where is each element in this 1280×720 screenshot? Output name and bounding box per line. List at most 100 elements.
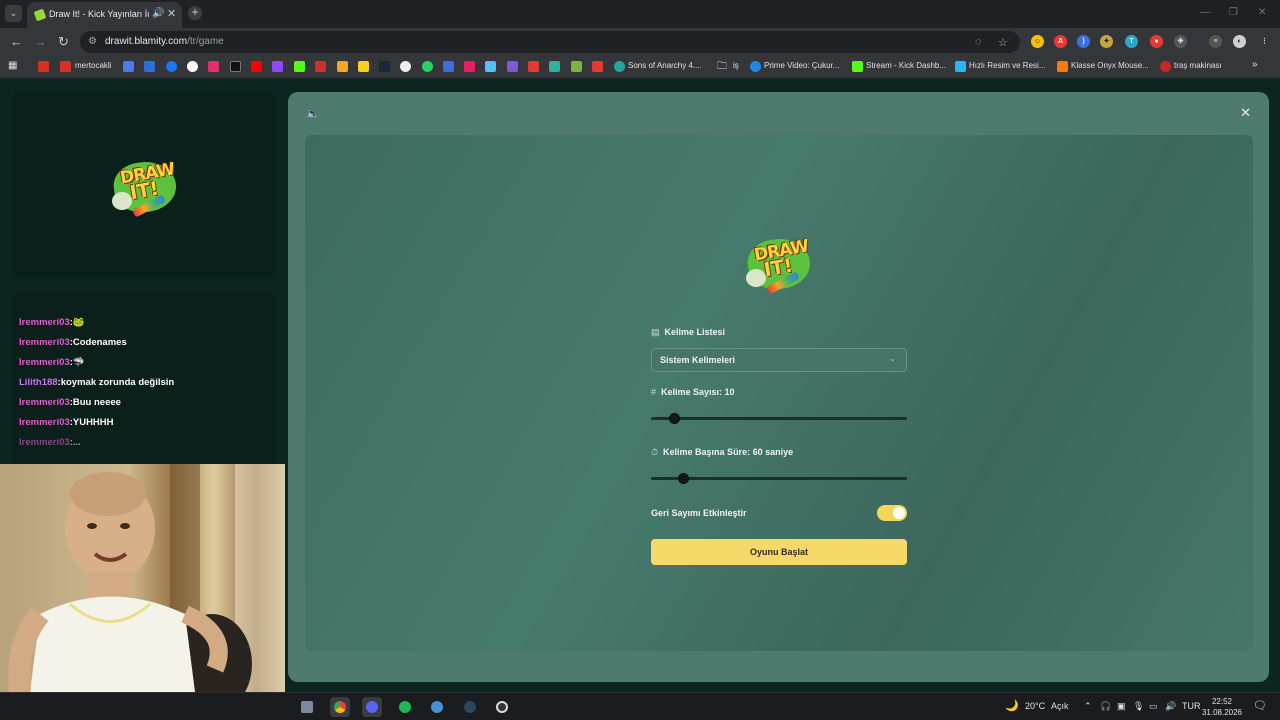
- facebook-icon[interactable]: [166, 61, 177, 72]
- extension-translate-icon[interactable]: T: [1125, 35, 1138, 48]
- device-icon[interactable]: ▣: [1117, 701, 1126, 712]
- countdown-toggle-knob: [893, 507, 905, 519]
- new-tab-button[interactable]: +: [188, 6, 202, 20]
- bookmark-icon-red[interactable]: [315, 61, 326, 72]
- kick-icon[interactable]: [294, 61, 305, 72]
- bookmark-sons-of-anarchy[interactable]: Sons of Anarchy 4....: [628, 61, 702, 70]
- language-indicator[interactable]: TUR: [1182, 701, 1201, 711]
- spotify-app[interactable]: [395, 697, 415, 717]
- settings-panel: DRAW IT! ▤ Kelime Listesi Sistem Kelimele…: [305, 135, 1253, 651]
- time-per-word-slider-thumb[interactable]: [678, 473, 689, 484]
- window-close-icon[interactable]: ✕: [1258, 7, 1266, 18]
- profile-avatar[interactable]: ◐: [1233, 35, 1246, 48]
- bookmark-icon-1[interactable]: [123, 61, 134, 72]
- bookmark-icon-v[interactable]: [358, 61, 369, 72]
- obs-app[interactable]: [492, 697, 512, 717]
- extensions-puzzle-icon[interactable]: ✚: [1174, 35, 1187, 48]
- weather-temp[interactable]: 20°C: [1025, 701, 1045, 711]
- discord-app[interactable]: [362, 697, 382, 717]
- instagram-icon[interactable]: [208, 61, 219, 72]
- bookmark-icon-red3[interactable]: [592, 61, 603, 72]
- forward-icon[interactable]: →: [34, 34, 47, 49]
- tab-close-icon[interactable]: ✕: [167, 7, 176, 20]
- clock-time: 22:52: [1211, 697, 1233, 706]
- bookmark-hizli-resim[interactable]: Hızlı Resim ve Resi...: [969, 61, 1045, 70]
- hash-icon: #: [651, 387, 657, 397]
- system-clock[interactable]: 22:52 31.08.2026: [1200, 696, 1244, 718]
- bookmark-icon-y[interactable]: [464, 61, 475, 72]
- whatsapp-icon[interactable]: [422, 61, 433, 72]
- modal-close-icon[interactable]: ✕: [1240, 105, 1251, 121]
- browser-tab-bar: ⌄ Draw It! - Kick Yayınları İçin 🔊 ✕ + —…: [0, 0, 1280, 28]
- minimize-icon[interactable]: —: [1200, 7, 1210, 18]
- youtube-icon[interactable]: [251, 61, 262, 72]
- start-game-button[interactable]: Oyunu Başlat: [651, 539, 907, 565]
- amazon-icon: [1057, 61, 1068, 72]
- network-app[interactable]: [427, 697, 447, 717]
- reload-icon[interactable]: ↻: [58, 34, 69, 50]
- site-info-icon[interactable]: ⚙: [88, 36, 97, 47]
- steam-icon[interactable]: [379, 61, 390, 72]
- twitch-icon[interactable]: [272, 61, 283, 72]
- github-icon[interactable]: [400, 61, 411, 72]
- bookmark-folder-is[interactable]: iş: [733, 61, 739, 70]
- back-icon[interactable]: ←: [10, 34, 23, 49]
- bookmark-star-icon[interactable]: ☆: [998, 36, 1008, 49]
- extension-pin-icon[interactable]: ✦: [1100, 35, 1113, 48]
- bookmark-klasse-onyx[interactable]: Klasse Onyx Mouse...: [1071, 61, 1149, 70]
- word-list-select[interactable]: Sistem Kelimeleri ⌄: [651, 348, 907, 372]
- sound-toggle-icon[interactable]: 🔈: [306, 107, 320, 120]
- bookmark-icon-red2[interactable]: [528, 61, 539, 72]
- weather-desc[interactable]: Açık: [1051, 701, 1069, 711]
- chat-message: Iremmeri03:YUHHHH: [19, 417, 114, 428]
- chevron-down-icon: ⌄: [889, 354, 896, 363]
- media-control-icon[interactable]: ≡: [1209, 35, 1222, 48]
- microphone-icon[interactable]: 🎙: [1133, 701, 1144, 712]
- steam-app[interactable]: [460, 697, 480, 717]
- bookmark-icon-orange[interactable]: [337, 61, 348, 72]
- gmail-icon[interactable]: [38, 61, 49, 72]
- eye-off-icon[interactable]: ◌: [975, 36, 982, 48]
- bookmark-icon-blue[interactable]: [443, 61, 454, 72]
- extension-adblock-icon[interactable]: A: [1054, 35, 1067, 48]
- url-input[interactable]: ⚙ drawit.blamity.com/tr/game ◌ ☆: [80, 31, 1020, 53]
- notifications-icon[interactable]: 🗨: [1253, 699, 1267, 712]
- tray-overflow-icon[interactable]: ⌃: [1084, 701, 1092, 712]
- extension-red-icon[interactable]: ●: [1150, 35, 1163, 48]
- monitor-icon[interactable]: ▭: [1149, 701, 1158, 712]
- browser-menu-icon[interactable]: ⋮: [1258, 35, 1271, 48]
- word-count-slider[interactable]: [651, 413, 907, 424]
- chrome-app[interactable]: [330, 697, 350, 717]
- url-text: drawit.blamity.com/tr/game: [105, 36, 224, 47]
- bookmarks-bar: ▦ mertocakli Sons of Anarchy 4.... 🗀 iş …: [0, 56, 1280, 78]
- word-count-slider-thumb[interactable]: [669, 413, 681, 424]
- calculator-app[interactable]: [297, 697, 317, 717]
- bookmark-tras-makinasi[interactable]: traş makinası: [1174, 61, 1222, 70]
- bookmark-kick-dashboard[interactable]: Stream - Kick Dashb...: [866, 61, 946, 70]
- browser-tab-active[interactable]: Draw It! - Kick Yayınları İçin 🔊 ✕: [27, 2, 182, 28]
- x-twitter-icon[interactable]: [230, 61, 241, 72]
- bookmark-prime-video[interactable]: Prime Video: Çukur...: [764, 61, 839, 70]
- countdown-toggle[interactable]: [877, 505, 907, 521]
- weather-icon[interactable]: 🌙: [1005, 699, 1019, 712]
- tab-search-button[interactable]: ⌄: [5, 5, 22, 22]
- bookmark-mertocakli[interactable]: mertocakli: [75, 61, 111, 70]
- bookmark-icon-cyan[interactable]: [485, 61, 496, 72]
- headset-icon[interactable]: 🎧: [1100, 701, 1111, 712]
- bookmarks-overflow-icon[interactable]: »: [1252, 59, 1258, 70]
- timer-icon: ⏱: [651, 447, 659, 457]
- speaker-icon[interactable]: 🔊: [152, 8, 164, 19]
- bookmark-icon-green[interactable]: [571, 61, 582, 72]
- bookmark-icon-teal[interactable]: [549, 61, 560, 72]
- extension-sound-icon[interactable]: ): [1077, 35, 1090, 48]
- bookmark-icon-purple[interactable]: [507, 61, 518, 72]
- maximize-icon[interactable]: ❐: [1229, 7, 1238, 18]
- address-bar-row: ← → ↻ ⚙ drawit.blamity.com/tr/game ◌ ☆ ☺…: [0, 28, 1280, 56]
- volume-icon[interactable]: 🔊: [1165, 701, 1176, 712]
- time-per-word-slider[interactable]: [651, 473, 907, 484]
- apps-grid-icon[interactable]: ▦: [8, 60, 17, 71]
- extension-emoji-icon[interactable]: ☺: [1031, 35, 1044, 48]
- chat-message: Iremmeri03:🦈: [19, 357, 85, 368]
- bookmark-icon-2[interactable]: [144, 61, 155, 72]
- google-icon[interactable]: [187, 61, 198, 72]
